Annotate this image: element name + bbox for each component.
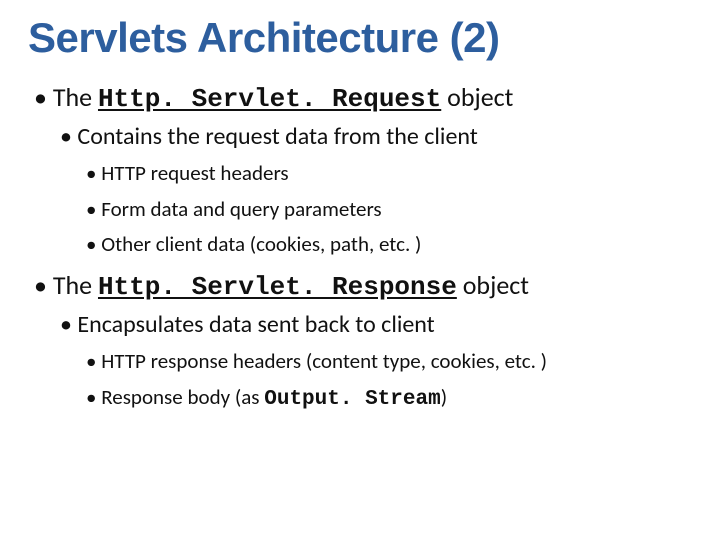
slide: Servlets Architecture (2) The Http. Serv… (0, 0, 720, 540)
code-class-request: Http. Servlet. Request (98, 84, 441, 114)
bullet-lvl2: Encapsulates data sent back to client HT… (60, 307, 696, 417)
bullet-text: Form data and query parameters (101, 196, 381, 222)
bullet-text: HTTP response headers (content type, coo… (101, 348, 547, 374)
bullet-list-lvl2: Contains the request data from the clien… (34, 119, 696, 262)
text-prefix: The (53, 81, 98, 113)
text-suffix: object (457, 269, 529, 301)
bullet-list-lvl3: HTTP response headers (content type, coo… (60, 344, 696, 417)
bullet-text: Contains the request data from the clien… (77, 122, 477, 151)
text-suffix: ) (441, 384, 447, 410)
bullet-lvl3: Other client data (cookies, path, etc. ) (86, 227, 696, 262)
bullet-list-lvl3: HTTP request headers Form data and query… (60, 156, 696, 262)
code-outputstream: Output. Stream (264, 388, 440, 411)
bullet-text: Encapsulates data sent back to client (77, 310, 434, 339)
bullet-list-lvl1: The Http. Servlet. Request object Contai… (28, 80, 696, 417)
bullet-lvl3: HTTP request headers (86, 156, 696, 191)
bullet-text: Other client data (cookies, path, etc. ) (101, 231, 421, 257)
text-suffix: object (441, 81, 513, 113)
bullet-lvl3: Form data and query parameters (86, 192, 696, 227)
bullet-lvl1: The Http. Servlet. Request object Contai… (34, 80, 696, 262)
bullet-lvl1: The Http. Servlet. Response object Encap… (34, 268, 696, 417)
bullet-lvl3: Response body (as Output. Stream) (86, 380, 696, 418)
bullet-lvl2: Contains the request data from the clien… (60, 119, 696, 262)
bullet-text: HTTP request headers (101, 160, 288, 186)
text-prefix: The (53, 269, 98, 301)
text-prefix: Response body (as (101, 384, 264, 410)
bullet-lvl3: HTTP response headers (content type, coo… (86, 344, 696, 379)
slide-title: Servlets Architecture (2) (28, 14, 696, 62)
bullet-list-lvl2: Encapsulates data sent back to client HT… (34, 307, 696, 417)
code-class-response: Http. Servlet. Response (98, 272, 457, 302)
